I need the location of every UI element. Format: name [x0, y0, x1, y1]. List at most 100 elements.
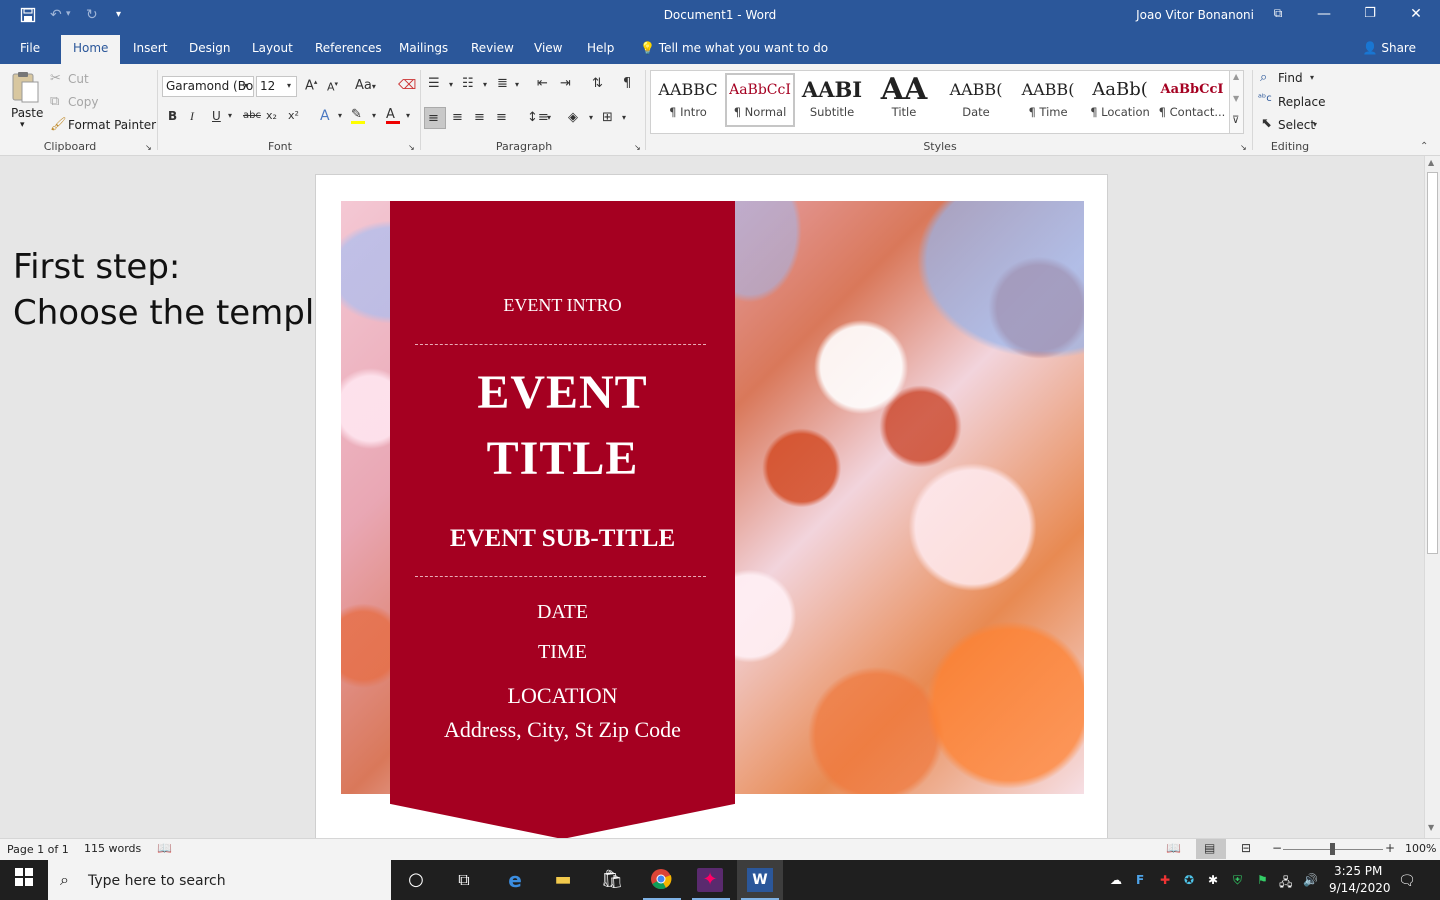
borders-icon[interactable]: ⊞ — [602, 111, 613, 124]
subscript-button[interactable]: x₂ — [266, 110, 277, 121]
text-effects-icon[interactable]: A — [320, 109, 330, 123]
font-name-dropdown-icon[interactable]: ▾ — [244, 82, 248, 90]
sort-icon[interactable]: ⇅ — [592, 77, 603, 90]
replace-button[interactable]: Replace — [1278, 95, 1325, 109]
zoom-out-icon[interactable]: − — [1272, 842, 1282, 854]
style-date[interactable]: AABB( Date — [941, 75, 1011, 129]
font-launcher-icon[interactable]: ↘ — [408, 144, 415, 152]
tab-layout[interactable]: Layout — [252, 41, 293, 55]
tab-design[interactable]: Design — [189, 41, 230, 55]
clock-time[interactable]: 3:25 PM — [1334, 864, 1382, 878]
show-formatting-icon[interactable]: ¶ — [623, 77, 631, 90]
collapse-ribbon-icon[interactable]: ⌃ — [1420, 142, 1428, 152]
shrink-font-icon[interactable]: A▾ — [327, 81, 338, 93]
tab-file[interactable]: File — [20, 41, 40, 55]
tab-insert[interactable]: Insert — [133, 41, 167, 55]
increase-indent-icon[interactable]: ⇥ — [560, 77, 571, 90]
onedrive-icon[interactable]: ☁ — [1110, 873, 1122, 887]
more-styles-icon[interactable]: ⊽ — [1232, 116, 1239, 126]
clock-date[interactable]: 9/14/2020 — [1329, 881, 1391, 895]
cut-button[interactable]: Cut — [68, 72, 89, 86]
find-dropdown-icon[interactable]: ▾ — [1310, 74, 1314, 82]
style-contact[interactable]: AaBbCcI ¶ Contact... — [1157, 75, 1227, 129]
restore-button[interactable]: ❐ — [1360, 6, 1380, 21]
task-view-icon[interactable]: ⧉ — [451, 868, 477, 892]
borders-dropdown-icon[interactable]: ▾ — [622, 114, 626, 122]
game-app-icon[interactable]: ✦ — [697, 868, 723, 892]
font-name-field[interactable]: Garamond (Bo — [162, 76, 254, 97]
tray-app-f-icon[interactable]: F — [1136, 873, 1144, 887]
user-name[interactable]: Joao Vitor Bonanoni — [1136, 8, 1254, 22]
highlight-dropdown-icon[interactable]: ▾ — [372, 112, 376, 120]
paste-icon[interactable] — [10, 70, 42, 106]
format-painter-button[interactable]: Format Painter — [68, 118, 156, 132]
numbering-dropdown-icon[interactable]: ▾ — [483, 81, 487, 89]
tab-view[interactable]: View — [534, 41, 562, 55]
tray-sync-icon[interactable]: ✪ — [1184, 873, 1194, 887]
windows-start-icon[interactable] — [11, 868, 37, 892]
web-layout-icon[interactable]: ⊟ — [1241, 842, 1251, 854]
style-time[interactable]: AABB( ¶ Time — [1013, 75, 1083, 129]
vertical-scrollbar[interactable]: ▲ ▼ — [1424, 156, 1440, 838]
zoom-in-icon[interactable]: + — [1385, 842, 1395, 854]
cortana-icon[interactable]: ○ — [403, 868, 429, 892]
event-banner[interactable]: EVENT INTRO EVENT TITLE EVENT SUB-TITLE … — [390, 201, 735, 838]
numbering-icon[interactable]: ☷ — [462, 77, 474, 90]
style-location[interactable]: AaBb( ¶ Location — [1085, 75, 1155, 129]
document-page[interactable]: EVENT INTRO EVENT TITLE EVENT SUB-TITLE … — [315, 174, 1108, 838]
styles-launcher-icon[interactable]: ↘ — [1240, 144, 1247, 152]
multilevel-dropdown-icon[interactable]: ▾ — [515, 81, 519, 89]
highlight-icon[interactable]: ✎ — [351, 108, 365, 124]
styles-scroll[interactable]: ▲ ▼ ⊽ — [1229, 71, 1243, 133]
event-title-line1[interactable]: EVENT — [390, 365, 735, 420]
select-button[interactable]: Select — [1278, 118, 1315, 132]
paragraph-launcher-icon[interactable]: ↘ — [634, 144, 641, 152]
justify-button[interactable]: ≡ — [496, 111, 507, 124]
event-intro[interactable]: EVENT INTRO — [390, 295, 735, 316]
tab-help[interactable]: Help — [587, 41, 614, 55]
zoom-level[interactable]: 100% — [1405, 842, 1436, 855]
edge-icon[interactable]: e — [502, 868, 528, 892]
close-button[interactable]: ✕ — [1406, 6, 1426, 22]
line-spacing-icon[interactable]: ↕≡ — [527, 111, 549, 124]
event-subtitle[interactable]: EVENT SUB-TITLE — [390, 525, 735, 553]
font-color-icon[interactable]: A — [386, 108, 400, 124]
grow-font-icon[interactable]: A▴ — [305, 79, 317, 93]
page-count[interactable]: Page 1 of 1 — [7, 843, 69, 856]
read-mode-icon[interactable]: 📖 — [1166, 842, 1181, 854]
chrome-icon[interactable] — [648, 868, 674, 892]
tray-app-icon[interactable]: ⚑ — [1257, 873, 1268, 887]
word-taskbar-button[interactable]: W — [737, 860, 783, 900]
event-location[interactable]: LOCATION — [390, 683, 735, 709]
tray-app-icon[interactable]: ✚ — [1160, 873, 1170, 887]
tab-home[interactable]: Home — [61, 35, 121, 64]
scroll-up-icon[interactable]: ▲ — [1428, 159, 1434, 167]
file-explorer-icon[interactable]: ▬ — [550, 868, 576, 892]
italic-button[interactable]: I — [190, 110, 194, 122]
paste-label[interactable]: Paste — [11, 106, 43, 120]
text-effects-dropdown-icon[interactable]: ▾ — [338, 112, 342, 120]
line-spacing-dropdown-icon[interactable]: ▾ — [547, 114, 551, 122]
share-button[interactable]: 👤 Share — [1363, 41, 1416, 55]
chevron-down-icon[interactable]: ▼ — [1233, 95, 1239, 103]
style-intro[interactable]: AABBC ¶ Intro — [653, 75, 723, 129]
notifications-icon[interactable]: 🗨 — [1398, 873, 1416, 889]
paste-dropdown-icon[interactable]: ▾ — [20, 120, 25, 130]
proofing-icon[interactable]: 📖 — [157, 842, 172, 854]
event-time[interactable]: TIME — [390, 641, 735, 664]
change-case-button[interactable]: Aa▾ — [355, 79, 376, 92]
scrollbar-thumb[interactable] — [1427, 172, 1438, 554]
style-title[interactable]: AA Title — [869, 75, 939, 129]
align-center-button[interactable]: ≡ — [452, 111, 463, 124]
event-address[interactable]: Address, City, St Zip Code — [390, 717, 735, 743]
ribbon-display-options-icon[interactable]: ⧉ — [1268, 6, 1288, 21]
clipboard-launcher-icon[interactable]: ↘ — [145, 144, 152, 152]
style-normal[interactable]: AaBbCcI ¶ Normal — [725, 73, 795, 127]
minimize-button[interactable]: — — [1314, 6, 1334, 22]
tell-me-box[interactable]: 💡 Tell me what you want to do — [640, 41, 828, 55]
clear-formatting-icon[interactable]: ⌫ — [398, 79, 416, 92]
taskbar-search-box[interactable]: ⌕ Type here to search — [48, 860, 391, 900]
decrease-indent-icon[interactable]: ⇤ — [537, 77, 548, 90]
chevron-up-icon[interactable]: ▲ — [1233, 73, 1239, 81]
underline-button[interactable]: U — [212, 110, 221, 122]
